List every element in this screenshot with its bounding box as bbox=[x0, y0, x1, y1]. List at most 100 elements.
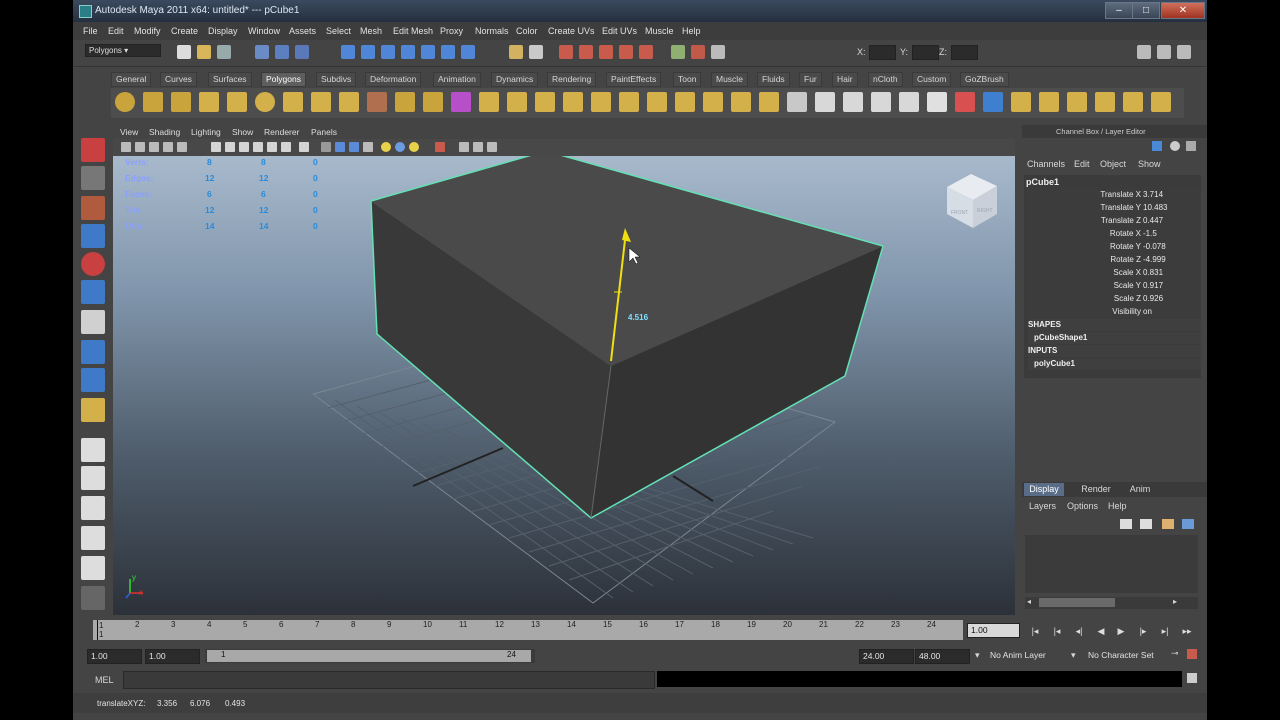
boolean-icon[interactable] bbox=[423, 92, 443, 112]
menu-edit-uvs[interactable]: Edit UVs bbox=[602, 26, 637, 36]
all-lights-icon[interactable] bbox=[395, 142, 405, 152]
poly-pipe-icon[interactable] bbox=[339, 92, 359, 112]
uv-editor-icon[interactable] bbox=[843, 92, 863, 112]
shelf-tab-animation[interactable]: Animation bbox=[433, 72, 481, 87]
menu-normals[interactable]: Normals bbox=[475, 26, 509, 36]
default-lighting-icon[interactable] bbox=[381, 142, 391, 152]
shelf-tab-surfaces[interactable]: Surfaces bbox=[208, 72, 252, 87]
menu-display[interactable]: Display bbox=[208, 26, 238, 36]
poly-cone-icon[interactable] bbox=[199, 92, 219, 112]
menu-create[interactable]: Create bbox=[171, 26, 198, 36]
animation-start-field[interactable]: 1.00 bbox=[87, 649, 142, 664]
scroll-thumb[interactable] bbox=[1039, 598, 1115, 607]
layer-tab-render[interactable]: Render bbox=[1076, 483, 1116, 496]
rotate-tool-icon[interactable] bbox=[81, 252, 105, 276]
step-forward-frame-icon[interactable]: |▸ bbox=[1137, 625, 1149, 637]
shelf-tab-polygons[interactable]: Polygons bbox=[261, 72, 306, 87]
menu-color[interactable]: Color bbox=[516, 26, 538, 36]
panel-toggle-icon[interactable] bbox=[711, 45, 725, 59]
his-icon[interactable] bbox=[927, 92, 947, 112]
merge-icon[interactable] bbox=[647, 92, 667, 112]
go-to-end-icon[interactable]: ▸▸ bbox=[1181, 625, 1193, 637]
poly-prism-icon[interactable] bbox=[283, 92, 303, 112]
new-layer-icon[interactable] bbox=[1120, 519, 1132, 529]
attr-rotate-x[interactable]: Rotate X -1.5 bbox=[1028, 228, 1201, 240]
time-ruler[interactable]: 1 2 3 4 5 6 7 8 9 10 11 12 13 14 15 16 1… bbox=[93, 620, 963, 640]
new-layer-selected-icon[interactable] bbox=[1140, 519, 1152, 529]
z-field[interactable] bbox=[951, 45, 978, 60]
xray-icon[interactable] bbox=[459, 142, 469, 152]
select-tool-icon[interactable] bbox=[81, 138, 105, 162]
move-tool-icon[interactable] bbox=[81, 224, 105, 248]
four-pane-layout-icon[interactable] bbox=[81, 466, 105, 490]
checker-icon[interactable] bbox=[815, 92, 835, 112]
input-node[interactable]: polyCube1 bbox=[1028, 358, 1201, 370]
hypershade-icon[interactable] bbox=[619, 45, 633, 59]
attr-scale-z[interactable]: Scale Z 0.926 bbox=[1028, 293, 1201, 305]
layer-menu-layers[interactable]: Layers bbox=[1029, 501, 1056, 511]
shelf-tab-general[interactable]: General bbox=[111, 72, 152, 87]
smooth-shade-icon[interactable] bbox=[335, 142, 345, 152]
shelf-tab-toon[interactable]: Toon bbox=[673, 72, 702, 87]
character-set-select[interactable]: No Character Set bbox=[1085, 649, 1174, 662]
step-back-frame-icon[interactable]: ◂| bbox=[1073, 625, 1085, 637]
playback-end-field[interactable]: 24.00 bbox=[859, 649, 914, 664]
show-manip-icon[interactable] bbox=[81, 368, 105, 392]
uv-layout-icon[interactable] bbox=[871, 92, 891, 112]
shelf-tab-curves[interactable]: Curves bbox=[160, 72, 197, 87]
snap-live-icon[interactable] bbox=[441, 45, 455, 59]
shelf-tab-gozbrush[interactable]: GoZBrush bbox=[960, 72, 1009, 87]
script-editor-icon[interactable] bbox=[1187, 673, 1197, 683]
channel-options-icon[interactable] bbox=[1170, 141, 1180, 151]
wedge-icon[interactable] bbox=[731, 92, 751, 112]
shelf-tool-a-icon[interactable] bbox=[1011, 92, 1031, 112]
menu-muscle[interactable]: Muscle bbox=[645, 26, 674, 36]
play-forwards-icon[interactable]: ▶ bbox=[1115, 625, 1127, 637]
panel-menu-renderer[interactable]: Renderer bbox=[264, 127, 299, 137]
attr-value[interactable]: -4.999 bbox=[1143, 255, 1166, 264]
wireframe-icon[interactable] bbox=[321, 142, 331, 152]
lasso-tool-icon[interactable] bbox=[81, 166, 105, 190]
render-view-icon[interactable] bbox=[639, 45, 653, 59]
xray-components-icon[interactable] bbox=[487, 142, 497, 152]
playback-start-field[interactable]: 1.00 bbox=[145, 649, 200, 664]
select-component-icon[interactable] bbox=[295, 45, 309, 59]
append-polygon-icon[interactable] bbox=[535, 92, 555, 112]
open-scene-icon[interactable] bbox=[197, 45, 211, 59]
safe-action-icon[interactable] bbox=[267, 142, 277, 152]
shelf-tab-ncloth[interactable]: nCloth bbox=[868, 72, 903, 87]
split-polygon-icon[interactable] bbox=[563, 92, 583, 112]
input-line-icon[interactable] bbox=[671, 45, 685, 59]
x-field[interactable] bbox=[869, 45, 896, 60]
grid-toggle-icon[interactable] bbox=[177, 142, 187, 152]
menu-select[interactable]: Select bbox=[326, 26, 351, 36]
extra-layout-icon[interactable] bbox=[81, 586, 105, 610]
render-frame-icon[interactable] bbox=[559, 45, 573, 59]
animation-end-field[interactable]: 48.00 bbox=[915, 649, 970, 664]
object-name[interactable]: pCube1 bbox=[1026, 177, 1059, 187]
cb-menu-object[interactable]: Object bbox=[1100, 159, 1126, 169]
shelf-tool-b-icon[interactable] bbox=[1039, 92, 1059, 112]
layer-tools-icon[interactable] bbox=[1182, 519, 1194, 529]
image-plane-icon[interactable] bbox=[163, 142, 173, 152]
menu-create-uvs[interactable]: Create UVs bbox=[548, 26, 595, 36]
save-scene-icon[interactable] bbox=[217, 45, 231, 59]
menu-proxy[interactable]: Proxy bbox=[440, 26, 463, 36]
single-pane-layout-icon[interactable] bbox=[81, 438, 105, 462]
gate-mask-icon[interactable] bbox=[239, 142, 249, 152]
universal-manip-icon[interactable] bbox=[81, 310, 105, 334]
attr-value[interactable]: 0.831 bbox=[1143, 268, 1163, 277]
attr-visibility[interactable]: Visibility on bbox=[1028, 306, 1201, 318]
attr-value[interactable]: -1.5 bbox=[1143, 229, 1157, 238]
shelf-tool-d-icon[interactable] bbox=[1095, 92, 1115, 112]
menu-mesh[interactable]: Mesh bbox=[360, 26, 382, 36]
pin-icon[interactable] bbox=[1186, 141, 1196, 151]
smooth-icon[interactable] bbox=[451, 92, 471, 112]
layer-menu-options[interactable]: Options bbox=[1067, 501, 1098, 511]
cp-icon[interactable] bbox=[955, 92, 975, 112]
shadows-icon[interactable] bbox=[409, 142, 419, 152]
go-to-start-icon[interactable]: |◂ bbox=[1029, 625, 1041, 637]
attr-scale-y[interactable]: Scale Y 0.917 bbox=[1028, 280, 1201, 292]
poly-sphere-icon[interactable] bbox=[115, 92, 135, 112]
attr-translate-x[interactable]: Translate X 3.714 bbox=[1028, 189, 1201, 201]
